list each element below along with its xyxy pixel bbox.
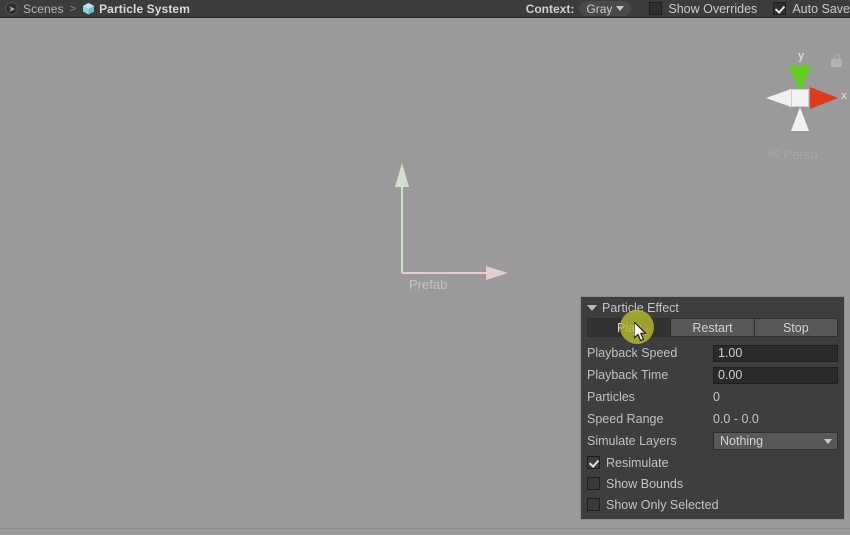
- y-axis-line: [401, 185, 403, 273]
- simulate-layers-dropdown[interactable]: Nothing: [713, 432, 838, 450]
- x-axis-line: [402, 272, 490, 274]
- prefab-stage-toolbar: Scenes > Particle System Context: Gray S…: [0, 0, 850, 18]
- gizmo-x-axis-cone[interactable]: [810, 87, 838, 109]
- restart-button[interactable]: Restart: [670, 318, 755, 337]
- particle-effect-properties: Playback Speed 1.00 Playback Time 0.00 P…: [581, 342, 844, 519]
- prefab-origin-gizmo: Prefab: [395, 163, 515, 293]
- playback-time-input[interactable]: 0.00: [713, 366, 838, 384]
- simulate-layers-value: Nothing: [720, 434, 764, 448]
- resimulate-label: Resimulate: [606, 455, 669, 470]
- projection-chevron-icon: ≪: [767, 146, 781, 161]
- speed-range-label: Speed Range: [587, 412, 664, 426]
- show-only-selected-checkbox[interactable]: [587, 498, 600, 511]
- projection-mode-toggle[interactable]: ≪ Persp: [767, 146, 818, 162]
- prefab-label: Prefab: [409, 277, 448, 292]
- particle-effect-header[interactable]: Particle Effect: [581, 297, 844, 318]
- show-overrides-toggle[interactable]: Show Overrides: [649, 2, 757, 16]
- show-only-selected-toggle[interactable]: Show Only Selected: [587, 494, 838, 515]
- context-dropdown[interactable]: Gray: [579, 1, 632, 16]
- triangle-down-icon[interactable]: [587, 304, 597, 311]
- playback-speed-row: Playback Speed 1.00: [587, 342, 838, 364]
- scene-icon: [5, 2, 18, 15]
- chevron-down-icon: [824, 438, 832, 444]
- show-overrides-checkbox[interactable]: [649, 2, 663, 15]
- show-only-selected-label: Show Only Selected: [606, 497, 719, 512]
- breadcrumb-item-particle-system[interactable]: Particle System: [99, 2, 190, 16]
- projection-mode-label: Persp: [783, 146, 818, 162]
- show-bounds-toggle[interactable]: Show Bounds: [587, 473, 838, 494]
- gizmo-negative-y-cone[interactable]: [791, 107, 809, 131]
- simulate-layers-row: Simulate Layers Nothing: [587, 430, 838, 452]
- show-bounds-checkbox[interactable]: [587, 477, 600, 490]
- playback-button-group: Play Restart Stop: [587, 318, 838, 337]
- particles-value: 0: [713, 390, 720, 404]
- auto-save-checkbox[interactable]: [773, 2, 787, 15]
- breadcrumb-separator: >: [69, 2, 77, 15]
- playback-speed-input[interactable]: 1.00: [713, 344, 838, 362]
- x-axis-arrow-icon: [486, 266, 508, 280]
- speed-range-row: Speed Range 0.0 - 0.0: [587, 408, 838, 430]
- playback-time-label: Playback Time: [587, 368, 669, 382]
- resimulate-toggle[interactable]: Resimulate: [587, 452, 838, 473]
- unity-prefab-stage-window: Scenes > Particle System Context: Gray S…: [0, 0, 850, 535]
- gizmo-x-axis-label: x: [841, 90, 848, 102]
- context-dropdown-value: Gray: [586, 1, 613, 16]
- particle-effect-title: Particle Effect: [602, 300, 679, 315]
- gizmo-center-cube[interactable]: [791, 89, 809, 107]
- stop-button[interactable]: Stop: [753, 318, 838, 337]
- show-bounds-label: Show Bounds: [606, 476, 684, 491]
- playback-speed-label: Playback Speed: [587, 346, 678, 360]
- lock-icon[interactable]: [831, 54, 842, 67]
- chevron-down-icon: [616, 6, 625, 11]
- particle-effect-panel: Particle Effect Play Restart Stop Playba…: [580, 296, 845, 520]
- scene-view-orientation-gizmo[interactable]: y x ≪ Persp: [755, 42, 850, 167]
- window-bottom-divider: [0, 528, 850, 535]
- auto-save-label: Auto Save: [792, 1, 850, 16]
- particles-label: Particles: [587, 390, 635, 404]
- context-label: Context:: [525, 1, 575, 16]
- play-button[interactable]: Play: [587, 318, 672, 337]
- resimulate-checkbox[interactable]: [587, 456, 600, 469]
- playback-time-row: Playback Time 0.00: [587, 364, 838, 386]
- gizmo-y-axis-label: y: [798, 50, 805, 62]
- gizmo-negative-x-cone[interactable]: [766, 89, 791, 107]
- auto-save-toggle[interactable]: Auto Save: [773, 2, 850, 16]
- scene-viewport[interactable]: Prefab y x ≪ Persp Particle Effect Play …: [0, 18, 850, 528]
- speed-range-value: 0.0 - 0.0: [713, 412, 759, 426]
- prefab-cube-icon: [82, 2, 95, 15]
- breadcrumb: Scenes > Particle System: [0, 0, 190, 18]
- particles-row: Particles 0: [587, 386, 838, 408]
- show-overrides-label: Show Overrides: [668, 1, 758, 16]
- toolbar-right-group: Context: Gray Show Overrides Auto Save: [526, 0, 850, 18]
- breadcrumb-item-scenes[interactable]: Scenes: [23, 2, 64, 16]
- simulate-layers-label: Simulate Layers: [587, 434, 677, 448]
- y-axis-arrow-icon: [395, 163, 409, 187]
